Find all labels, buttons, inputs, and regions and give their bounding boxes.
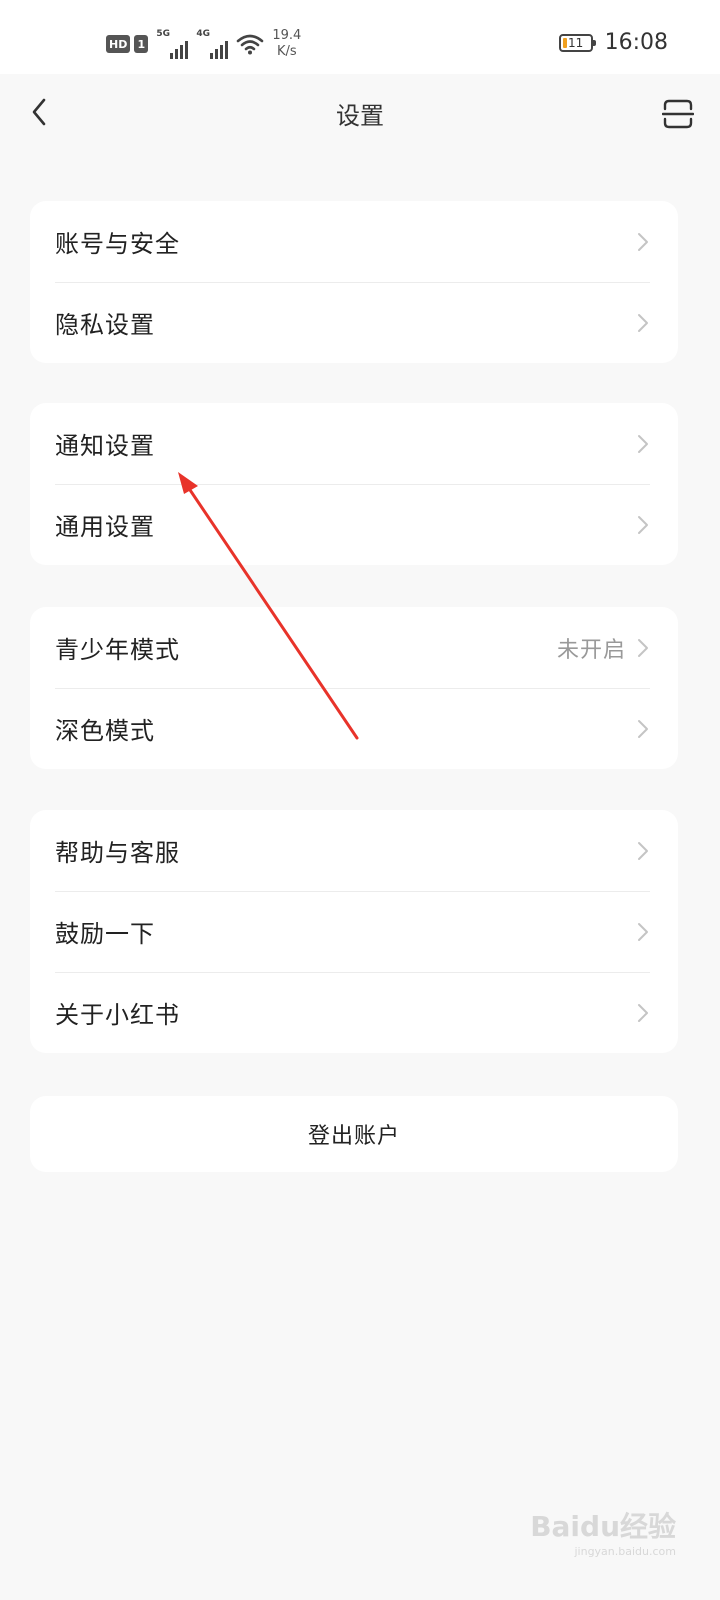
network-type-5g: 5G <box>156 29 170 39</box>
battery-level: 11 <box>567 35 584 50</box>
wifi-icon <box>236 33 264 55</box>
menu-item-label: 关于小红书 <box>55 1001 180 1029</box>
network-speed: 19.4 K/s <box>272 28 301 60</box>
network-speed-unit: K/s <box>276 44 297 59</box>
menu-item-label: 隐私设置 <box>55 311 155 339</box>
chevron-right-icon <box>636 921 650 943</box>
network-speed-value: 19.4 <box>272 28 302 43</box>
network-type-4g: 4G <box>196 29 210 39</box>
status-right: 11 16:08 <box>558 30 668 55</box>
menu-item-account-security[interactable]: 账号与安全 <box>30 201 678 282</box>
watermark-url: jingyan.baidu.com <box>574 1545 676 1558</box>
menu-item-privacy[interactable]: 隐私设置 <box>30 282 678 363</box>
teen-mode-status: 未开启 <box>556 637 626 663</box>
status-left: HD 1 5G 4G 19.4 K/s <box>106 24 301 64</box>
clock: 16:08 <box>604 30 668 55</box>
scan-icon <box>661 99 695 134</box>
logout-card: 登出账户 <box>30 1096 678 1172</box>
menu-item-label: 通知设置 <box>55 432 155 460</box>
sim-badge: 1 <box>134 35 149 53</box>
chevron-right-icon <box>636 514 650 536</box>
watermark-logo: Baidu经验 <box>530 1510 676 1543</box>
status-bar: HD 1 5G 4G 19.4 K/s 11 16:08 <box>0 0 720 74</box>
settings-group-about: 帮助与客服 鼓励一下 关于小红书 <box>30 810 678 1053</box>
chevron-right-icon <box>636 637 650 659</box>
chevron-right-icon <box>636 312 650 334</box>
chevron-right-icon <box>636 433 650 455</box>
chevron-right-icon <box>636 1002 650 1024</box>
chevron-right-icon <box>636 840 650 862</box>
menu-item-notification[interactable]: 通知设置 <box>30 403 678 484</box>
baidu-watermark: Baidu经验 jingyan.baidu.com <box>530 1505 676 1558</box>
settings-group-modes: 青少年模式 未开启 深色模式 <box>30 607 678 769</box>
settings-group-settings: 通知设置 通用设置 <box>30 403 678 565</box>
signal-5g-icon: 5G <box>156 29 189 59</box>
battery-icon: 11 <box>558 33 596 52</box>
hd-badge: HD <box>106 35 131 53</box>
menu-item-dark-mode[interactable]: 深色模式 <box>30 688 678 769</box>
menu-item-teen-mode[interactable]: 青少年模式 未开启 <box>30 607 678 688</box>
menu-item-general[interactable]: 通用设置 <box>30 484 678 565</box>
menu-item-label: 青少年模式 <box>55 636 180 664</box>
menu-item-help[interactable]: 帮助与客服 <box>30 810 678 891</box>
signal-4g-icon: 4G <box>196 29 229 59</box>
chevron-right-icon <box>636 231 650 253</box>
scan-button[interactable] <box>661 98 695 130</box>
menu-item-label: 账号与安全 <box>55 230 180 258</box>
menu-item-about[interactable]: 关于小红书 <box>30 972 678 1053</box>
menu-item-encourage[interactable]: 鼓励一下 <box>30 891 678 972</box>
menu-item-label: 帮助与客服 <box>55 839 180 867</box>
menu-item-label: 深色模式 <box>55 717 155 745</box>
menu-item-label: 鼓励一下 <box>55 920 155 948</box>
logout-button[interactable]: 登出账户 <box>30 1096 678 1172</box>
settings-group-account: 账号与安全 隐私设置 <box>30 201 678 363</box>
nav-bar: 设置 <box>0 74 720 156</box>
chevron-right-icon <box>636 718 650 740</box>
menu-item-label: 通用设置 <box>55 513 155 541</box>
page-title: 设置 <box>336 102 384 130</box>
